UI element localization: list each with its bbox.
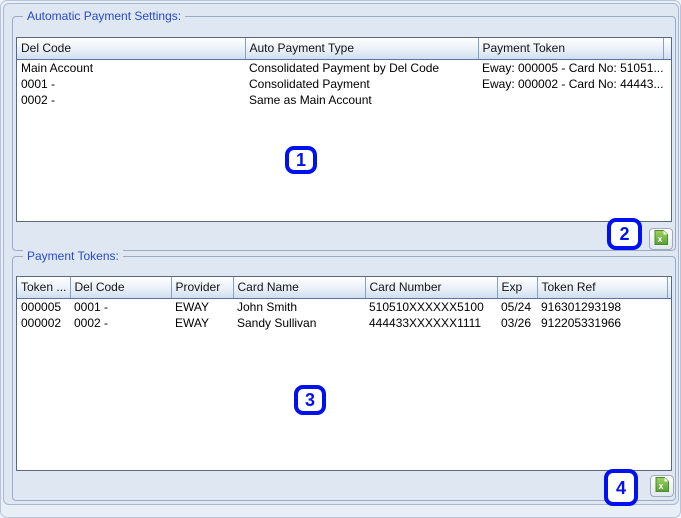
cell-exp: 05/24 [501, 299, 532, 314]
column-header-exp[interactable]: Exp [496, 277, 537, 299]
table-row[interactable]: Main Account Consolidated Payment by Del… [17, 59, 671, 76]
annotation-2: 2 [607, 218, 642, 250]
cell-card-name: John Smith [237, 299, 298, 314]
automatic-payment-settings-panel: Automatic Payment Settings: Del Code Aut… [12, 9, 676, 251]
cell-auto-payment-type: Consolidated Payment [249, 76, 370, 91]
cell-payment-token [478, 92, 663, 108]
column-header-card-number[interactable]: Card Number [364, 277, 497, 299]
table-row[interactable]: 000002 0002 - EWAY Sandy Sullivan 444433… [17, 315, 671, 331]
panel-legend: Payment Tokens: [23, 249, 123, 264]
column-header-provider[interactable]: Provider [170, 277, 233, 299]
cell-del-code: 0001 - [21, 76, 56, 91]
grid-header-row: Token ... Del Code Provider Card Name Ca… [17, 277, 671, 299]
column-header-del-code[interactable]: Del Code [17, 38, 245, 60]
cell-provider: EWAY [175, 299, 210, 314]
cell-auto-payment-type: Consolidated Payment by Del Code [249, 60, 440, 75]
column-header-filler [666, 277, 671, 299]
cell-token: 000005 [21, 299, 62, 314]
cell-payment-token: Eway: 000005 - Card No: 51051... [482, 60, 663, 75]
payment-tokens-panel: Payment Tokens: Token ... Del Code Provi… [12, 249, 676, 501]
cell-token: 000002 [21, 315, 62, 330]
cell-payment-token: Eway: 000002 - Card No: 44443... [482, 76, 663, 91]
table-row[interactable]: 0001 - Consolidated Payment Eway: 000002… [17, 76, 671, 92]
cell-token-ref: 916301293198 [541, 299, 622, 314]
cell-del-code: 0002 - [74, 315, 109, 330]
cell-card-number: 444433XXXXXX1111 [369, 315, 482, 330]
excel-export-icon: x [654, 229, 669, 249]
window: Automatic Payment Settings: Del Code Aut… [0, 0, 681, 518]
annotation-1: 1 [285, 146, 317, 174]
cell-del-code: Main Account [21, 60, 94, 75]
cell-auto-payment-type: Same as Main Account [249, 92, 372, 107]
cell-token-ref: 912205331966 [541, 315, 622, 330]
annotation-3: 3 [294, 385, 326, 415]
excel-export-icon: x [655, 476, 670, 496]
column-header-payment-token[interactable]: Payment Token [477, 38, 663, 60]
column-header-filler [662, 38, 671, 60]
panel-legend: Automatic Payment Settings: [23, 9, 186, 24]
cell-card-number: 510510XXXXXX5100 [369, 299, 484, 314]
column-header-card-name[interactable]: Card Name [232, 277, 365, 299]
cell-del-code: 0002 - [21, 92, 56, 107]
table-row[interactable]: 000005 0001 - EWAY John Smith 510510XXXX… [17, 298, 671, 315]
window-content-area: Automatic Payment Settings: Del Code Aut… [3, 3, 679, 505]
export-excel-button[interactable]: x [649, 228, 673, 250]
column-header-token-ref[interactable]: Token Ref [536, 277, 667, 299]
table-row[interactable]: 0002 - Same as Main Account [17, 92, 671, 108]
svg-text:x: x [657, 234, 662, 244]
svg-text:x: x [658, 481, 663, 491]
column-header-del-code[interactable]: Del Code [69, 277, 171, 299]
cell-del-code: 0001 - [74, 299, 109, 314]
cell-exp: 03/26 [501, 315, 532, 330]
column-header-token[interactable]: Token ... [17, 277, 70, 299]
export-excel-button[interactable]: x [650, 475, 674, 497]
column-header-auto-payment-type[interactable]: Auto Payment Type [244, 38, 478, 60]
payment-settings-grid: Del Code Auto Payment Type Payment Token… [16, 37, 672, 222]
cell-provider: EWAY [175, 315, 210, 330]
payment-tokens-grid: Token ... Del Code Provider Card Name Ca… [16, 276, 672, 471]
grid-header-row: Del Code Auto Payment Type Payment Token [17, 38, 671, 60]
annotation-4: 4 [604, 469, 638, 506]
cell-card-name: Sandy Sullivan [237, 315, 317, 330]
